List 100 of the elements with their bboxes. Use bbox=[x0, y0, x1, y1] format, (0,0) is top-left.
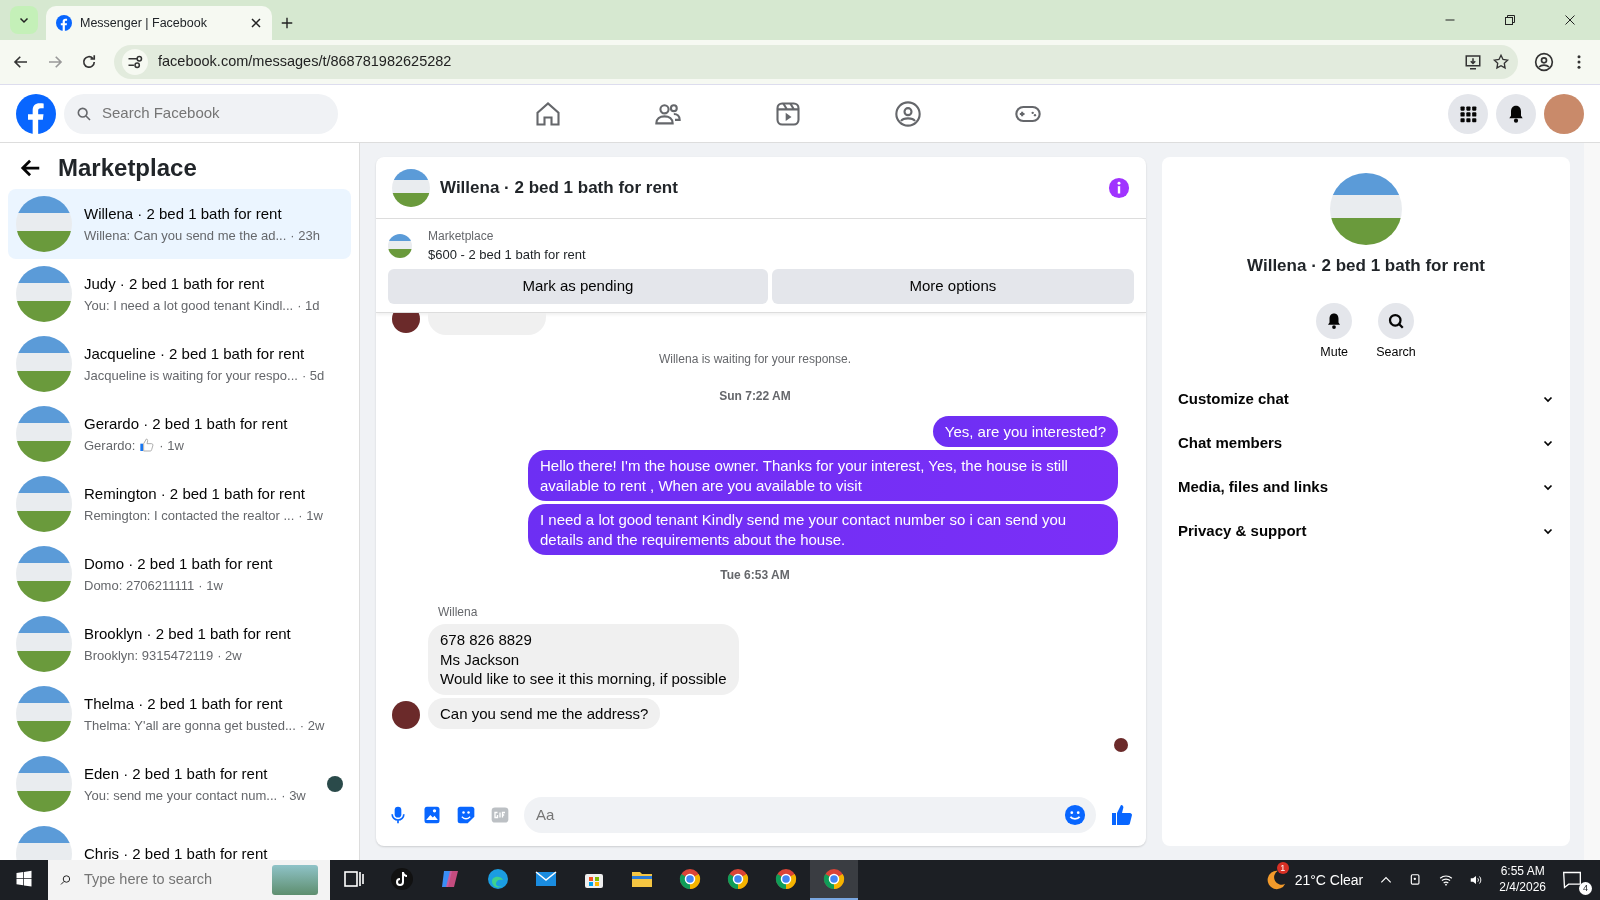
back-arrow-icon[interactable] bbox=[20, 157, 42, 179]
weather-text: 21°C Clear bbox=[1294, 870, 1364, 890]
reload-icon[interactable] bbox=[80, 53, 98, 71]
message-input[interactable]: Aa bbox=[534, 802, 1064, 828]
conversation-title: Domo · 2 bed 1 bath for rent bbox=[84, 554, 274, 574]
close-icon[interactable] bbox=[250, 17, 262, 29]
composer-bar[interactable]: Aa bbox=[524, 797, 1096, 833]
photo-placeholder bbox=[16, 266, 72, 322]
conversation-title: Thelma · 2 bed 1 bath for rent bbox=[84, 694, 284, 714]
avatar bbox=[392, 312, 420, 333]
search-icon bbox=[76, 105, 92, 122]
conversation-item[interactable]: Brooklyn · 2 bed 1 bath for rent Brooklyn: 9315472119 · 2w bbox=[8, 609, 351, 679]
install-icon[interactable] bbox=[1464, 53, 1482, 71]
timestamp: Tue 6:53 AM bbox=[720, 567, 790, 584]
group-icon[interactable] bbox=[894, 99, 922, 128]
message-time: · 1w bbox=[198, 576, 223, 595]
weather-badge: 1 bbox=[1276, 862, 1289, 874]
details-title: Willena · 2 bed 1 bath for rent bbox=[1247, 255, 1485, 277]
photo-placeholder bbox=[16, 336, 72, 392]
message-time: · 1w bbox=[159, 436, 184, 455]
photo-placeholder bbox=[16, 196, 72, 252]
chrome-icon bbox=[726, 867, 750, 891]
listing-title: $600 - 2 bed 1 bath for rent bbox=[428, 246, 586, 264]
address-bar[interactable]: facebook.com/messages/t/868781982625282 bbox=[114, 45, 1518, 79]
photo-placeholder bbox=[16, 616, 72, 672]
restore-icon[interactable] bbox=[1504, 14, 1516, 26]
tab-title: Messenger | Facebook bbox=[80, 14, 208, 32]
conversation-title: Willena · 2 bed 1 bath for rent bbox=[84, 204, 283, 224]
forward-arrow-icon[interactable] bbox=[46, 53, 64, 71]
search-bar[interactable]: Search Facebook bbox=[64, 93, 338, 134]
conversation-item[interactable]: Eden · 2 bed 1 bath for rent You: send me your contact num... · 3w bbox=[8, 749, 351, 819]
conversation-title: Gerardo · 2 bed 1 bath for rent bbox=[84, 414, 289, 434]
avatar[interactable] bbox=[1544, 93, 1584, 134]
back-arrow-icon[interactable] bbox=[12, 53, 30, 71]
message-preview: Gerardo: bbox=[84, 436, 136, 455]
message-time: · 5d bbox=[301, 366, 325, 385]
photo-placeholder bbox=[392, 168, 430, 207]
conversation-item[interactable]: Judy · 2 bed 1 bath for rent You: I need a lot good tenant Kindl... · 1d bbox=[8, 259, 351, 329]
mark-pending-button[interactable]: Mark as pending bbox=[388, 268, 768, 304]
section-toggle[interactable]: Media, files and links bbox=[1162, 465, 1570, 510]
more-options-button[interactable]: More options bbox=[771, 268, 1134, 304]
timestamp: Sun 7:22 AM bbox=[719, 387, 791, 405]
close-icon[interactable] bbox=[1564, 14, 1576, 26]
chat-title: Willena · 2 bed 1 bath for rent bbox=[440, 176, 679, 199]
profile-icon[interactable] bbox=[1534, 52, 1554, 72]
emoji-icon[interactable] bbox=[1064, 804, 1086, 826]
conversation-item[interactable]: Willena · 2 bed 1 bath for rent Willena: Can you send me the ad... · 23h bbox=[8, 189, 351, 259]
message-preview: Jacqueline is waiting for your respo... bbox=[84, 366, 298, 385]
thumbs-up-icon[interactable] bbox=[1110, 803, 1134, 827]
taskbar-search-bar[interactable]: Type here to search bbox=[48, 860, 330, 900]
conversation-item[interactable]: Thelma · 2 bed 1 bath for rent Thelma: Y'all are gonna get busted... · 2w bbox=[8, 679, 351, 749]
video-icon[interactable] bbox=[774, 99, 802, 128]
status-notice: Willena is waiting for your response. bbox=[658, 350, 852, 368]
chrome-icon bbox=[822, 867, 846, 891]
conversation-item[interactable]: Remington · 2 bed 1 bath for rent Remington: I contacted the realtor ... · 1w bbox=[8, 469, 351, 539]
plus-icon[interactable] bbox=[280, 16, 294, 30]
message-time: · 1d bbox=[297, 296, 320, 315]
tab-list-button[interactable] bbox=[10, 6, 38, 34]
star-icon[interactable] bbox=[1492, 53, 1510, 71]
sender-name: Willena bbox=[438, 604, 479, 621]
search-icon bbox=[60, 872, 72, 888]
conversation-item[interactable]: Gerardo · 2 bed 1 bath for rent Gerardo: · 1w bbox=[8, 399, 351, 469]
section-toggle[interactable]: Chat members bbox=[1162, 421, 1570, 466]
received-message: Can you send me the address? bbox=[428, 697, 661, 729]
message-preview: Thelma: Y'all are gonna get busted... bbox=[84, 716, 296, 735]
section-toggle[interactable]: Privacy & support bbox=[1162, 509, 1570, 554]
photo-placeholder bbox=[16, 476, 72, 532]
message-preview: Domo: 2706211111 bbox=[84, 576, 195, 595]
conversation-title: Brooklyn · 2 bed 1 bath for rent bbox=[84, 624, 292, 644]
taskbar-app[interactable] bbox=[810, 860, 858, 900]
photo-placeholder bbox=[16, 756, 72, 812]
photo-placeholder bbox=[388, 233, 412, 258]
speaker-icon[interactable] bbox=[1469, 873, 1484, 887]
conversation-title: Judy · 2 bed 1 bath for rent bbox=[84, 274, 266, 294]
url-text: facebook.com/messages/t/868781982625282 bbox=[158, 52, 453, 72]
site-settings-icon[interactable] bbox=[122, 49, 148, 75]
message-time: · 23h bbox=[290, 226, 320, 245]
message-icon bbox=[1562, 869, 1582, 890]
notifications-button[interactable] bbox=[1496, 93, 1536, 134]
message-preview: You: send me your contact num... bbox=[84, 786, 278, 805]
search-highlight-picture bbox=[271, 865, 318, 895]
taskbar-search-input[interactable]: Type here to search bbox=[81, 868, 262, 892]
message-time: · 3w bbox=[281, 786, 306, 805]
edge-icon bbox=[486, 867, 510, 891]
conversation-item[interactable]: Domo · 2 bed 1 bath for rent Domo: 2706211111 · 1w bbox=[8, 539, 351, 609]
notification-center-button[interactable]: 4 bbox=[1562, 865, 1592, 895]
message-preview: Remington: I contacted the realtor ... bbox=[84, 506, 295, 525]
section-toggle[interactable]: Customize chat bbox=[1162, 377, 1570, 422]
browser-tab[interactable]: Messenger | Facebook bbox=[46, 6, 272, 40]
sticker-icon[interactable] bbox=[456, 805, 476, 825]
wifi-icon[interactable] bbox=[1439, 873, 1454, 887]
conversation-item[interactable]: Jacqueline · 2 bed 1 bath for rent Jacqueline is waiting for your respo... · 5d bbox=[8, 329, 351, 399]
image-icon[interactable] bbox=[422, 805, 442, 825]
microphone-icon[interactable] bbox=[388, 805, 408, 825]
facebook-logo-icon bbox=[56, 15, 72, 31]
search-input[interactable]: Search Facebook bbox=[100, 101, 326, 126]
facebook-logo-icon[interactable] bbox=[16, 93, 56, 134]
clock[interactable]: 6:55 AM 2/4/2026 bbox=[1499, 864, 1546, 896]
menu-button[interactable] bbox=[1448, 93, 1488, 134]
info-icon[interactable] bbox=[1108, 176, 1130, 199]
